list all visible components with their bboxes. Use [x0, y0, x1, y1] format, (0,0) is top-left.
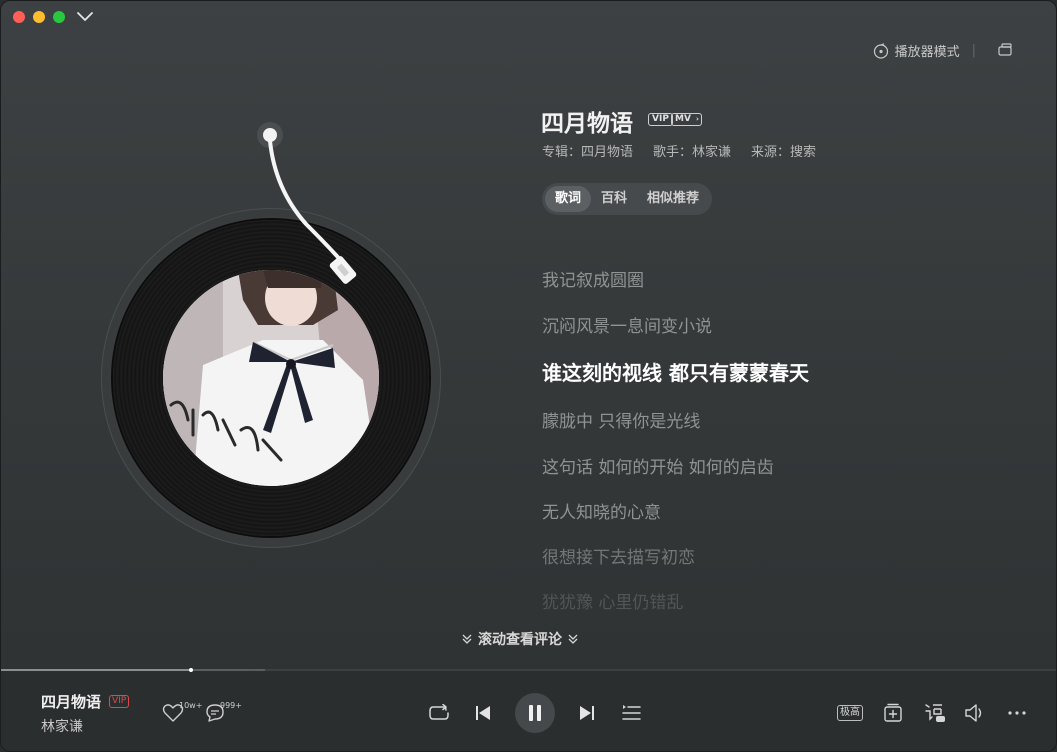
now-playing-title[interactable]: 四月物语: [41, 691, 101, 712]
progress-handle[interactable]: [189, 668, 194, 672]
disc-icon: [873, 42, 888, 59]
song-meta: 专辑：四月物语 歌手：林家谦 来源：搜索: [542, 141, 816, 160]
now-playing-vip-badge: VIP: [109, 695, 130, 708]
progress-buffer: [191, 669, 266, 671]
player-mode-label: 播放器模式: [894, 45, 960, 60]
collapse-player-button[interactable]: [75, 7, 95, 27]
song-title: 四月物语: [541, 111, 633, 137]
quality-label: 极高: [837, 705, 863, 721]
more-button[interactable]: [1005, 701, 1029, 725]
album-link[interactable]: 专辑：四月物语: [542, 141, 633, 160]
album-art: [163, 270, 379, 486]
lyric-line: 沉闷风景一息间变小说: [542, 317, 712, 337]
scroll-comments-link[interactable]: 滚动查看评论: [461, 629, 579, 649]
minimize-window-button[interactable]: [33, 11, 45, 23]
playlist-icon: [622, 705, 641, 720]
pause-icon: [529, 705, 541, 721]
chevron-right-icon: ›: [696, 115, 699, 123]
artist-link[interactable]: 歌手：林家谦: [653, 141, 731, 160]
add-to-list-button[interactable]: [881, 701, 905, 725]
skip-previous-icon: [476, 706, 490, 720]
scroll-comments-label: 滚动查看评论: [478, 632, 562, 648]
window-controls: [13, 11, 65, 23]
lyric-line-current: 谁这刻的视线 都只有蒙蒙春天: [542, 361, 809, 385]
chevron-down-icon: [77, 12, 93, 21]
lyric-line: 无人知晓的心意: [542, 503, 661, 523]
divider: |: [971, 43, 976, 58]
tab-lyrics[interactable]: 歌词: [545, 186, 592, 212]
mv-badge[interactable]: MV ›: [671, 113, 702, 126]
lyric-line: 很想接下去描写初恋: [542, 548, 695, 568]
lyric-line: 朦胧中 只得你是光线: [542, 412, 701, 432]
tonearm: [257, 122, 357, 284]
lyrics-icon: [925, 704, 945, 722]
pause-button[interactable]: [515, 693, 555, 733]
next-button[interactable]: [577, 703, 597, 723]
lyric-line: 这句话 如何的开始 如何的启齿: [542, 458, 774, 478]
tab-similar[interactable]: 相似推荐: [637, 186, 709, 212]
previous-button[interactable]: [473, 703, 493, 723]
progress-bar[interactable]: [1, 668, 1056, 672]
mini-window-icon: [998, 43, 1012, 56]
volume-icon: [965, 704, 982, 722]
desktop-lyrics-button[interactable]: [923, 701, 947, 725]
info-tabs: 歌词 百科 相似推荐: [542, 183, 713, 215]
progress-fill: [1, 669, 192, 671]
vip-badge: VIP: [648, 113, 673, 126]
close-window-button[interactable]: [13, 11, 25, 23]
repeat-icon: [429, 704, 449, 720]
lyric-line: 我记叙成圆圈: [542, 271, 644, 291]
skip-next-icon: [580, 706, 594, 720]
like-count: 10w+: [179, 701, 203, 710]
more-icon: [1008, 711, 1026, 715]
quality-button[interactable]: 极高: [837, 703, 863, 723]
comment-count: 999+: [220, 701, 242, 710]
volume-button[interactable]: [963, 701, 987, 725]
fullscreen-window-button[interactable]: [53, 11, 65, 23]
player-window: 播放器模式 | 四月物语 VIP MV › 专辑：四月物语 歌手：林家谦 来源：…: [0, 0, 1057, 752]
tab-wiki[interactable]: 百科: [591, 186, 637, 212]
add-to-playlist-icon: [884, 703, 902, 722]
now-playing-artist[interactable]: 林家谦: [41, 716, 83, 736]
double-chevron-down-icon: [462, 634, 472, 644]
mini-window-button[interactable]: [996, 41, 1016, 61]
double-chevron-down-icon: [568, 634, 578, 644]
lyrics-panel[interactable]: 我记叙成圆圈 沉闷风景一息间变小说 谁这刻的视线 都只有蒙蒙春天 朦胧中 只得你…: [542, 226, 922, 616]
mv-badge-label: MV: [675, 114, 691, 124]
playback-bar: 四月物语 VIP 林家谦 10w+ 999+ 极高: [1, 668, 1056, 751]
lyric-line: 犹犹豫 心里仍错乱: [542, 593, 684, 613]
playlist-button[interactable]: [619, 701, 643, 725]
repeat-mode-button[interactable]: [427, 701, 451, 725]
vinyl-record: [101, 122, 441, 548]
player-mode-button[interactable]: 播放器模式 |: [873, 41, 976, 60]
source-label: 来源：搜索: [751, 145, 817, 160]
album-cover[interactable]: [163, 270, 379, 486]
